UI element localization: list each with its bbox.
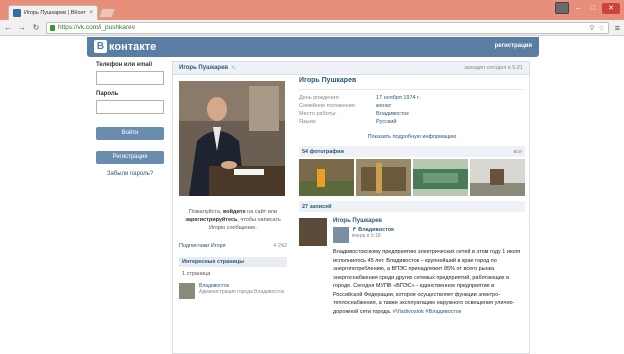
profile-main: Игорь Пушкарев ✎ заходил сегодня в 5:21 … xyxy=(172,61,530,354)
interesting-pages-count: 1 страница xyxy=(182,271,211,277)
profile-name: Игорь Пушкарев xyxy=(299,77,525,90)
window-controls: – □ ✕ xyxy=(555,2,620,14)
avatar[interactable] xyxy=(333,227,349,243)
page-description: Администрация города Владивосток xyxy=(199,289,285,295)
avatar[interactable] xyxy=(299,218,327,246)
last-seen: заходил сегодня в 5:21 xyxy=(464,65,523,71)
repost-time[interactable]: вчера в 5:18 xyxy=(352,233,394,239)
profile-photo[interactable] xyxy=(179,81,285,196)
menu-icon[interactable]: ≡ xyxy=(615,23,620,33)
profile-left-column: Пожалуйста, войдите на сайт или зарегист… xyxy=(179,81,287,299)
posts-section-head[interactable]: 27 записей xyxy=(299,201,525,212)
info-row: День рождения: 17 ноября 1974 г. xyxy=(299,95,420,101)
login-button[interactable]: Войти xyxy=(96,127,164,140)
photo-thumb[interactable] xyxy=(299,159,354,196)
post-text: Владивостокскому предприятию электрическ… xyxy=(333,249,521,315)
user-icon[interactable] xyxy=(555,2,569,14)
photos-section-head[interactable]: 54 фотографии все xyxy=(299,146,525,157)
new-tab-button[interactable] xyxy=(98,8,116,18)
header-name[interactable]: Игорь Пушкарев xyxy=(179,65,228,71)
post-author[interactable]: Игорь Пушкарев xyxy=(333,218,525,224)
photo-thumb[interactable] xyxy=(356,159,411,196)
pencil-icon: ✎ xyxy=(231,65,237,72)
wall-post: Игорь Пушкарев ↱ Владивосток вчера в 5:1… xyxy=(299,218,525,316)
vk-logo-text: контакте xyxy=(109,40,157,53)
login-sidebar: Телефон или email Пароль Войти Регистрац… xyxy=(96,62,164,177)
show-more-link[interactable]: Показать подробную информацию xyxy=(299,134,525,140)
email-field[interactable] xyxy=(96,71,164,85)
page-thumbnail xyxy=(179,283,195,299)
followers-count: 4 242 xyxy=(273,243,287,249)
close-window-button[interactable]: ✕ xyxy=(602,2,620,14)
register-inline-link[interactable]: зарегистрируйтесь xyxy=(185,217,237,223)
login-link[interactable]: войдите xyxy=(223,209,246,215)
phone-label: Телефон или email xyxy=(96,62,153,68)
profile-header: Игорь Пушкарев ✎ заходил сегодня в 5:21 xyxy=(173,62,529,75)
browser-titlebar: Игорь Пушкарев | ВКонт × – □ ✕ xyxy=(0,0,624,20)
forward-icon[interactable]: → xyxy=(18,23,26,32)
photo-thumb[interactable] xyxy=(470,159,525,196)
info-row: Семейное положение: женат xyxy=(299,103,392,109)
password-field[interactable] xyxy=(96,100,164,114)
tab-title: Игорь Пушкарев | ВКонт xyxy=(24,10,87,16)
vk-logo-icon: В xyxy=(94,40,107,53)
browser-tab[interactable]: Игорь Пушкарев | ВКонт × xyxy=(8,5,98,20)
vk-logo[interactable]: В контакте xyxy=(94,40,156,53)
info-row: Место работы: Владивосток xyxy=(299,111,409,117)
post-tags[interactable]: #Vladivostok #Владивосток xyxy=(393,309,462,315)
minimize-button[interactable]: – xyxy=(572,3,584,14)
signup-button[interactable]: Регистрация xyxy=(96,151,164,164)
message-prompt: Пожалуйста, войдите на сайт или зарегист… xyxy=(185,209,281,231)
url-text: https://vk.com/i_pushkarev xyxy=(58,24,135,31)
repost-header: ↱ Владивосток вчера в 5:18 xyxy=(333,227,525,243)
followers-row[interactable]: Подписчики Игоря 4 242 xyxy=(179,243,287,249)
maximize-button[interactable]: □ xyxy=(587,3,599,14)
star-icon[interactable]: ☆ xyxy=(598,24,604,32)
interesting-pages-head[interactable]: Интересные страницы xyxy=(179,257,287,267)
tab-close-icon[interactable]: × xyxy=(89,10,93,16)
profile-right-column: Игорь Пушкарев День рождения: 17 ноября … xyxy=(299,77,525,316)
followers-label: Подписчики Игоря xyxy=(179,243,226,249)
register-link[interactable]: регистрация xyxy=(495,43,532,49)
vk-favicon-icon xyxy=(13,9,21,17)
photo-thumb[interactable] xyxy=(413,159,468,196)
forgot-password-link[interactable]: Забыли пароль? xyxy=(96,171,164,177)
password-label: Пароль xyxy=(96,91,119,97)
photos-strip xyxy=(299,159,525,196)
back-icon[interactable]: ← xyxy=(4,23,12,32)
info-row: Языки: Русский xyxy=(299,119,397,125)
profile-info: День рождения: 17 ноября 1974 г. Семейно… xyxy=(299,94,525,126)
search-icon[interactable]: ⚲ xyxy=(589,24,594,32)
address-bar: ← → ↻ https://vk.com/i_pushkarev ⚲ ☆ ≡ xyxy=(0,20,624,36)
url-input[interactable]: https://vk.com/i_pushkarev ⚲ ☆ xyxy=(46,21,609,34)
lock-icon xyxy=(50,24,55,31)
vk-header: В контакте регистрация xyxy=(87,37,539,57)
reload-icon[interactable]: ↻ xyxy=(32,23,40,32)
list-item[interactable]: Владивосток Администрация города Владиво… xyxy=(179,283,287,299)
photos-all-link[interactable]: все xyxy=(513,149,522,155)
